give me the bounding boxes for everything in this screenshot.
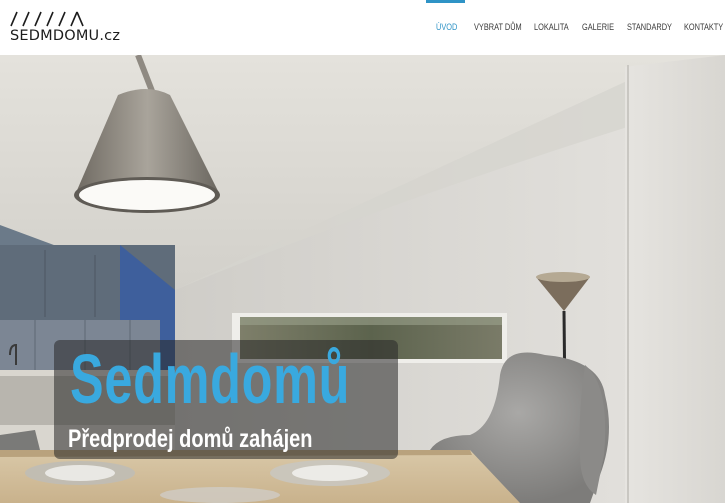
nav-item-uvod[interactable]: ÚVOD <box>436 0 457 55</box>
hero-subtitle: Předprodej domů zahájen <box>68 425 313 453</box>
site-header: SEDMDOMU.cz ÚVOD VYBRAT DŮM LOKALITA GAL… <box>0 0 725 55</box>
nav-item-galerie[interactable]: GALERIE <box>582 0 614 55</box>
nav-item-vybrat-dum[interactable]: VYBRAT DŮM <box>474 0 522 55</box>
logo-text: SEDMDOMU.cz <box>10 28 121 44</box>
logo-mark-icon <box>10 11 84 27</box>
hero-banner: Sedmdomů Předprodej domů zahájen <box>0 55 725 503</box>
hero-title: Sedmdomů <box>70 340 351 418</box>
nav-item-kontakty[interactable]: KONTAKTY <box>684 0 723 55</box>
nav-item-standardy[interactable]: STANDARDY <box>627 0 672 55</box>
site-logo[interactable]: SEDMDOMU.cz <box>10 11 120 45</box>
nav-item-lokalita[interactable]: LOKALITA <box>534 0 569 55</box>
